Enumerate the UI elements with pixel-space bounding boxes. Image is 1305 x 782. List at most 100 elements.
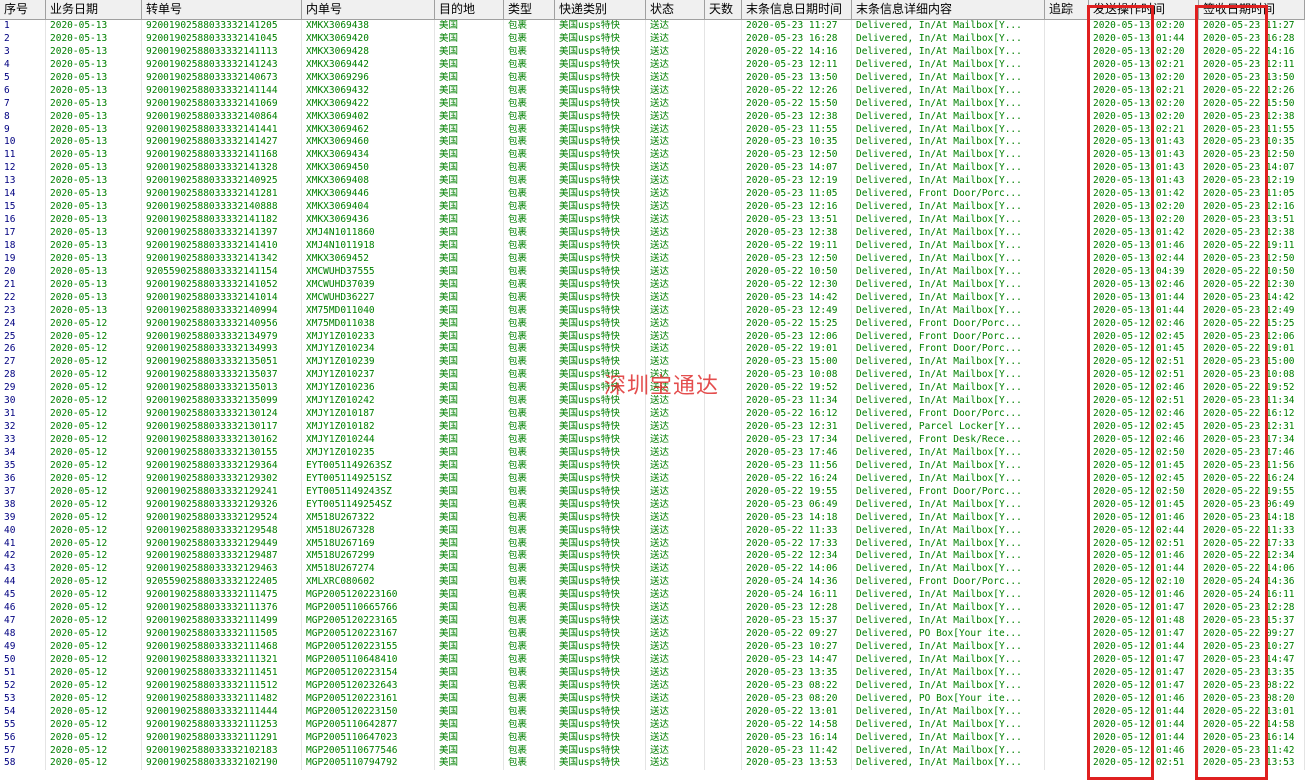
table-row[interactable]: 23 2020-05-13 92001902588033332140994 XM75M… bbox=[0, 304, 1305, 318]
cell-last-info-time[interactable]: 2020-05-23 12:38 bbox=[742, 110, 852, 124]
col-header-status[interactable]: 状态 bbox=[646, 0, 705, 19]
cell-type[interactable]: 包裹 bbox=[504, 201, 555, 215]
cell-status[interactable]: 送达 bbox=[646, 576, 705, 590]
cell-last-info-detail[interactable]: Delivered, In/At Mailbox[Y... bbox=[852, 214, 1045, 227]
cell-last-info-detail[interactable]: Delivered, In/At Mailbox[Y... bbox=[852, 71, 1045, 85]
cell-type[interactable]: 包裹 bbox=[504, 408, 555, 422]
cell-days[interactable] bbox=[705, 615, 742, 629]
cell-destination[interactable]: 美国 bbox=[435, 252, 504, 266]
cell-index[interactable]: 58 bbox=[0, 757, 46, 771]
cell-days[interactable] bbox=[705, 201, 742, 215]
cell-sign-time[interactable]: 2020-05-23 06:49 bbox=[1199, 498, 1305, 512]
cell-transfer-no[interactable]: 92001902588033332140956 bbox=[142, 317, 302, 331]
cell-transfer-no[interactable]: 92001902588033332141281 bbox=[142, 188, 302, 202]
cell-status[interactable]: 送达 bbox=[646, 718, 705, 732]
cell-tracking[interactable] bbox=[1045, 459, 1089, 473]
cell-tracking[interactable] bbox=[1045, 162, 1089, 176]
cell-internal-no[interactable]: EYT0051149263SZ bbox=[302, 459, 435, 473]
cell-destination[interactable]: 美国 bbox=[435, 149, 504, 163]
cell-sign-time[interactable]: 2020-05-23 12:50 bbox=[1199, 252, 1305, 266]
cell-destination[interactable]: 美国 bbox=[435, 679, 504, 693]
table-row[interactable]: 39 2020-05-12 92001902588033332129524 XM518… bbox=[0, 511, 1305, 525]
cell-express-category[interactable]: 美国usps特快 bbox=[555, 330, 646, 344]
cell-type[interactable]: 包裹 bbox=[504, 369, 555, 383]
cell-tracking[interactable] bbox=[1045, 356, 1089, 370]
cell-tracking[interactable] bbox=[1045, 692, 1089, 706]
cell-internal-no[interactable]: XMJY1Z010242 bbox=[302, 395, 435, 409]
cell-internal-no[interactable]: XMKX3069408 bbox=[302, 175, 435, 189]
cell-destination[interactable]: 美国 bbox=[435, 214, 504, 227]
cell-transfer-no[interactable]: 92001902588033332141069 bbox=[142, 97, 302, 111]
cell-transfer-no[interactable]: 92001902588033332130117 bbox=[142, 421, 302, 434]
cell-days[interactable] bbox=[705, 265, 742, 279]
cell-transfer-no[interactable]: 92001902588033332111468 bbox=[142, 641, 302, 654]
table-row[interactable]: 36 2020-05-12 92001902588033332129302 EYT00… bbox=[0, 472, 1305, 486]
cell-last-info-time[interactable]: 2020-05-22 19:55 bbox=[742, 485, 852, 499]
cell-last-info-time[interactable]: 2020-05-24 14:36 bbox=[742, 576, 852, 590]
cell-status[interactable]: 送达 bbox=[646, 239, 705, 253]
cell-business-date[interactable]: 2020-05-13 bbox=[46, 278, 142, 292]
cell-transfer-no[interactable]: 92001902588033332135099 bbox=[142, 395, 302, 409]
cell-send-time[interactable]: 2020-05-13 01:42 bbox=[1089, 188, 1199, 202]
cell-last-info-detail[interactable]: Delivered, Front Desk/Rece... bbox=[852, 434, 1045, 447]
cell-send-time[interactable]: 2020-05-13 01:44 bbox=[1089, 32, 1199, 46]
cell-destination[interactable]: 美国 bbox=[435, 692, 504, 706]
cell-last-info-detail[interactable]: Delivered, In/At Mailbox[Y... bbox=[852, 589, 1045, 603]
cell-last-info-detail[interactable]: Delivered, In/At Mailbox[Y... bbox=[852, 602, 1045, 616]
cell-business-date[interactable]: 2020-05-12 bbox=[46, 589, 142, 603]
table-row[interactable]: 25 2020-05-12 92001902588033332134979 XMJY1… bbox=[0, 330, 1305, 344]
cell-internal-no[interactable]: XMKX3069460 bbox=[302, 136, 435, 150]
cell-status[interactable]: 送达 bbox=[646, 252, 705, 266]
cell-type[interactable]: 包裹 bbox=[504, 343, 555, 357]
table-row[interactable]: 1 2020-05-13 92001902588033332141205 XMKX30… bbox=[0, 20, 1305, 33]
cell-last-info-time[interactable]: 2020-05-23 12:50 bbox=[742, 252, 852, 266]
cell-tracking[interactable] bbox=[1045, 369, 1089, 383]
cell-status[interactable]: 送达 bbox=[646, 408, 705, 422]
cell-last-info-time[interactable]: 2020-05-23 12:28 bbox=[742, 602, 852, 616]
cell-transfer-no[interactable]: 92001902588033332141182 bbox=[142, 214, 302, 227]
cell-internal-no[interactable]: XMCWUHD37555 bbox=[302, 265, 435, 279]
cell-transfer-no[interactable]: 92001902588033332111376 bbox=[142, 602, 302, 616]
cell-status[interactable]: 送达 bbox=[646, 214, 705, 227]
cell-index[interactable]: 19 bbox=[0, 252, 46, 266]
cell-index[interactable]: 40 bbox=[0, 524, 46, 538]
cell-sign-time[interactable]: 2020-05-23 13:53 bbox=[1199, 757, 1305, 771]
cell-last-info-time[interactable]: 2020-05-22 13:01 bbox=[742, 705, 852, 719]
cell-tracking[interactable] bbox=[1045, 485, 1089, 499]
cell-last-info-detail[interactable]: Delivered, Front Door/Porc... bbox=[852, 485, 1045, 499]
cell-type[interactable]: 包裹 bbox=[504, 421, 555, 434]
cell-send-time[interactable]: 2020-05-13 01:44 bbox=[1089, 291, 1199, 305]
cell-destination[interactable]: 美国 bbox=[435, 84, 504, 98]
table-row[interactable]: 56 2020-05-12 92001902588033332111291 MGP20… bbox=[0, 731, 1305, 745]
cell-express-category[interactable]: 美国usps特快 bbox=[555, 498, 646, 512]
cell-destination[interactable]: 美国 bbox=[435, 653, 504, 667]
cell-business-date[interactable]: 2020-05-12 bbox=[46, 563, 142, 577]
cell-internal-no[interactable]: XMJY1Z010236 bbox=[302, 382, 435, 396]
cell-index[interactable]: 9 bbox=[0, 123, 46, 137]
cell-transfer-no[interactable]: 92001902588033332135013 bbox=[142, 382, 302, 396]
cell-type[interactable]: 包裹 bbox=[504, 317, 555, 331]
cell-days[interactable] bbox=[705, 227, 742, 240]
cell-destination[interactable]: 美国 bbox=[435, 382, 504, 396]
cell-status[interactable]: 送达 bbox=[646, 692, 705, 706]
cell-destination[interactable]: 美国 bbox=[435, 757, 504, 771]
cell-days[interactable] bbox=[705, 757, 742, 771]
table-row[interactable]: 41 2020-05-12 92001902588033332129449 XM518… bbox=[0, 537, 1305, 551]
cell-days[interactable] bbox=[705, 679, 742, 693]
cell-days[interactable] bbox=[705, 20, 742, 33]
cell-transfer-no[interactable]: 92001902588033332141328 bbox=[142, 162, 302, 176]
cell-status[interactable]: 送达 bbox=[646, 485, 705, 499]
cell-index[interactable]: 31 bbox=[0, 408, 46, 422]
cell-last-info-time[interactable]: 2020-05-23 15:37 bbox=[742, 615, 852, 629]
cell-internal-no[interactable]: MGP2005120232643 bbox=[302, 679, 435, 693]
cell-sign-time[interactable]: 2020-05-22 10:50 bbox=[1199, 265, 1305, 279]
cell-index[interactable]: 13 bbox=[0, 175, 46, 189]
table-row[interactable]: 2 2020-05-13 92001902588033332141045 XMKX30… bbox=[0, 32, 1305, 46]
cell-tracking[interactable] bbox=[1045, 71, 1089, 85]
cell-transfer-no[interactable]: 92001902588033332141397 bbox=[142, 227, 302, 240]
cell-transfer-no[interactable]: 92001902588033332141168 bbox=[142, 149, 302, 163]
cell-express-category[interactable]: 美国usps特快 bbox=[555, 731, 646, 745]
cell-last-info-detail[interactable]: Delivered, In/At Mailbox[Y... bbox=[852, 563, 1045, 577]
cell-sign-time[interactable]: 2020-05-22 14:16 bbox=[1199, 45, 1305, 59]
cell-index[interactable]: 32 bbox=[0, 421, 46, 434]
